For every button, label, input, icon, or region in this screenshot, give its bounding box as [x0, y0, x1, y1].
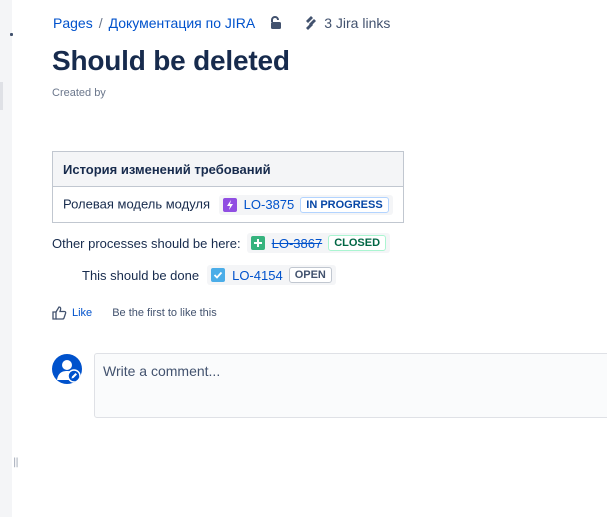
jira-issue-macro[interactable]: LO-3867 CLOSED: [246, 233, 391, 253]
like-row: Like Be the first to like this: [52, 306, 217, 320]
breadcrumb-space-link[interactable]: Документация по JIRA: [109, 15, 256, 31]
text-line-should-be-done: This should be done LO-4154 OPEN: [82, 265, 336, 285]
like-hint: Be the first to like this: [112, 307, 217, 319]
issue-key-link[interactable]: LO-3867: [272, 236, 323, 251]
issue-status-badge: OPEN: [288, 267, 332, 283]
thumbs-up-icon: [52, 306, 67, 320]
table-row-label: Ролевая модель модуля: [63, 195, 211, 211]
like-label: Like: [72, 307, 93, 319]
page-title: Should be deleted: [52, 45, 290, 76]
table-header: История изменений требований: [52, 151, 404, 187]
epic-icon: [222, 197, 237, 212]
comment-input[interactable]: Write a comment...: [94, 353, 607, 418]
requirements-history-table: История изменений требований Ролевая мод…: [52, 151, 404, 223]
avatar[interactable]: [52, 354, 82, 384]
issue-status-badge: CLOSED: [328, 235, 387, 251]
like-button[interactable]: Like: [52, 306, 92, 320]
line-text: This should be done: [82, 267, 200, 283]
sidebar-expand-icon[interactable]: [10, 33, 13, 36]
jira-links-label: 3 Jira links: [324, 15, 391, 31]
line-text: Other processes should be here:: [52, 235, 241, 251]
breadcrumb: Pages / Документация по JIRA 3 Jira link…: [53, 15, 390, 31]
table-row: Ролевая модель модуля LO-3875 IN PROGRES…: [53, 187, 404, 223]
issue-status-badge: IN PROGRESS: [300, 196, 389, 213]
left-sidebar-rail: [0, 0, 13, 517]
jira-issue-macro[interactable]: LO-4154 OPEN: [207, 265, 336, 285]
table-cell: Ролевая модель модуля LO-3875 IN PROGRES…: [53, 187, 404, 223]
issue-key-link[interactable]: LO-3875: [244, 197, 295, 212]
page-byline: Created by: [52, 87, 106, 99]
jira-links-button[interactable]: 3 Jira links: [303, 15, 390, 31]
jira-icon: [306, 16, 317, 30]
new-feature-icon: [250, 236, 265, 250]
sidebar-tab[interactable]: [0, 82, 3, 110]
task-icon: [211, 268, 226, 282]
sidebar-resize-handle-icon[interactable]: ||: [13, 457, 19, 468]
jira-issue-macro[interactable]: LO-3875 IN PROGRESS: [218, 194, 393, 215]
breadcrumb-pages-link[interactable]: Pages: [53, 15, 93, 31]
breadcrumb-separator: /: [98, 15, 103, 31]
text-line-other-processes: Other processes should be here: LO-3867 …: [52, 233, 391, 253]
comment-placeholder: Write a comment...: [103, 363, 221, 379]
unlock-icon[interactable]: [269, 15, 283, 31]
user-avatar-icon: [57, 360, 81, 383]
issue-key-link[interactable]: LO-4154: [232, 268, 283, 283]
